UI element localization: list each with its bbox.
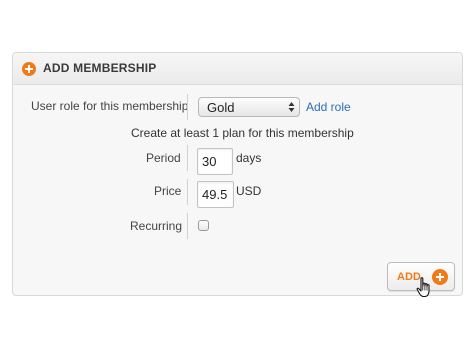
panel-title: ADD MEMBERSHIP xyxy=(43,61,157,75)
recurring-label: Recurring xyxy=(130,219,183,233)
period-unit: days xyxy=(236,151,262,165)
period-label: Period xyxy=(146,151,181,165)
role-select[interactable]: Gold xyxy=(198,97,300,117)
divider xyxy=(187,213,188,239)
page: ADD MEMBERSHIP User role for this member… xyxy=(0,0,474,355)
period-input[interactable]: 30 xyxy=(197,148,233,175)
role-label: User role for this membership xyxy=(31,99,189,113)
panel-header: ADD MEMBERSHIP xyxy=(13,53,462,85)
role-select-value: Gold xyxy=(207,100,235,115)
price-label: Price xyxy=(154,184,182,198)
add-role-link[interactable]: Add role xyxy=(306,100,351,114)
add-membership-panel: ADD MEMBERSHIP xyxy=(12,52,463,296)
select-arrows-icon xyxy=(288,102,295,112)
plan-instruction: Create at least 1 plan for this membersh… xyxy=(131,126,354,140)
price-unit: USD xyxy=(236,184,262,198)
recurring-checkbox[interactable] xyxy=(198,220,209,231)
divider xyxy=(187,179,188,205)
divider xyxy=(187,94,188,120)
plus-circle-icon xyxy=(22,62,36,76)
plus-circle-icon xyxy=(432,269,448,285)
price-input[interactable]: 49.5 xyxy=(197,181,234,208)
hand-cursor-icon xyxy=(416,277,430,298)
divider xyxy=(187,145,188,171)
